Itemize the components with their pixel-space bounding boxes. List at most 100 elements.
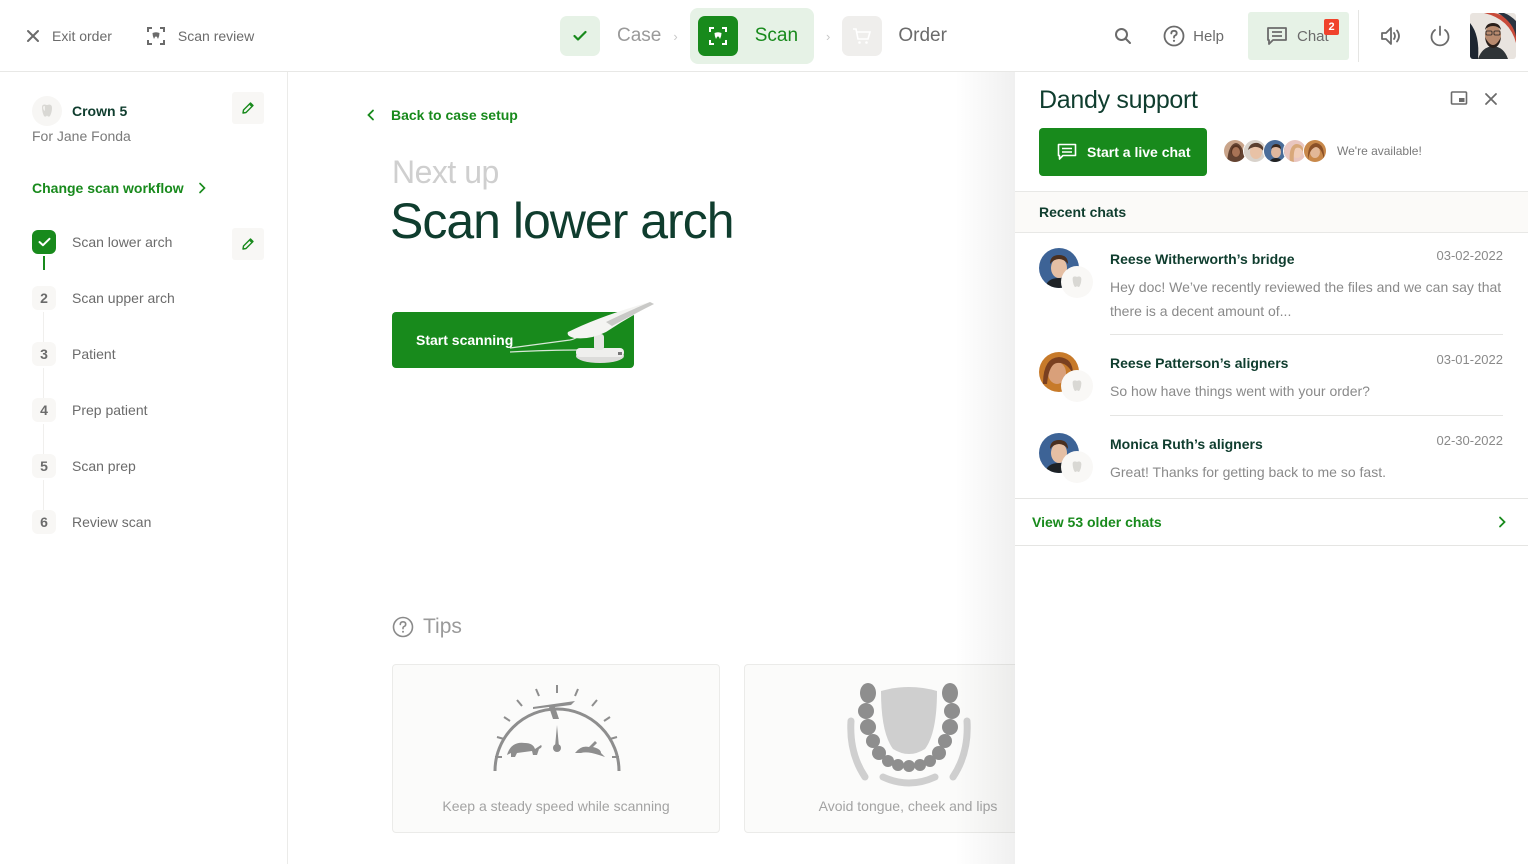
search-button[interactable] (1113, 26, 1133, 46)
chat-list-item[interactable]: Monica Ruth’s aligners 02-30-2022 Great!… (1015, 433, 1528, 483)
step-number: 2 (32, 286, 56, 310)
start-scanning-label: Start scanning (416, 332, 514, 348)
start-live-chat-button[interactable]: Start a live chat (1039, 128, 1207, 176)
tip-card: Keep a steady speed while scanning (392, 664, 720, 833)
exit-order-button[interactable]: Exit order (26, 28, 112, 44)
tooth-badge-icon (1061, 266, 1093, 298)
help-button[interactable]: Help (1163, 25, 1224, 47)
divider (1110, 415, 1503, 416)
close-icon (27, 30, 39, 42)
scan-step-label: Scan upper arch (72, 290, 175, 306)
page-title: Scan lower arch (390, 193, 734, 249)
tooth-badge-icon (1061, 370, 1093, 402)
progress-stepper: Case › Scan › Order (560, 8, 947, 64)
scan-review-button[interactable]: Scan review (146, 26, 254, 46)
scan-step[interactable]: 3 Patient (32, 342, 272, 398)
check-icon (38, 237, 50, 247)
close-panel-button[interactable] (1484, 92, 1498, 111)
chat-bubble-icon (1057, 143, 1077, 160)
close-icon (1485, 93, 1497, 105)
chevron-left-icon (367, 109, 374, 121)
chat-preview: Hey doc! We’ve recently reviewed the fil… (1110, 279, 1502, 319)
chevron-right-icon (1499, 516, 1506, 528)
step-connector (43, 480, 44, 510)
scan-step-label: Review scan (72, 514, 152, 530)
divider (1110, 334, 1503, 335)
step-number: 5 (32, 454, 56, 478)
step-number: 3 (32, 342, 56, 366)
step-connector (43, 424, 44, 454)
change-scan-workflow-label: Change scan workflow (32, 180, 184, 196)
edit-case-button[interactable] (232, 92, 264, 124)
step-order[interactable]: Order (842, 8, 947, 64)
chat-list-item[interactable]: Reese Witherworth’s bridge 03-02-2022 He… (1015, 248, 1528, 324)
scan-step-label: Scan lower arch (72, 234, 173, 250)
tooth-badge-icon (1061, 451, 1093, 483)
chat-date: 03-02-2022 (1436, 248, 1504, 263)
tip-caption: Keep a steady speed while scanning (442, 798, 670, 814)
chat-title: Monica Ruth’s aligners (1110, 436, 1263, 452)
step-connector (43, 312, 44, 342)
help-circle-icon (1163, 25, 1185, 47)
scan-tooth-icon (146, 27, 165, 45)
step-done-indicator (32, 230, 56, 254)
check-icon (573, 30, 587, 41)
step-connector (43, 256, 45, 270)
user-avatar[interactable] (1470, 13, 1516, 59)
back-label: Back to case setup (391, 107, 518, 123)
exit-order-label: Exit order (52, 28, 112, 44)
chevron-right-icon: › (673, 28, 678, 44)
view-older-chats-link[interactable]: View 53 older chats (1015, 498, 1528, 546)
power-button[interactable] (1428, 24, 1452, 48)
help-label: Help (1193, 27, 1224, 45)
panel-shadow (955, 72, 1015, 864)
case-header: Crown 5 (32, 96, 127, 126)
scan-step[interactable]: 6 Review scan (32, 510, 272, 566)
help-circle-icon (392, 616, 414, 638)
back-to-case-setup-link[interactable]: Back to case setup (367, 107, 518, 123)
scan-step-label: Scan prep (72, 458, 136, 474)
chat-button[interactable]: Chat 2 (1248, 12, 1349, 60)
chat-unread-badge: 2 (1324, 19, 1339, 35)
recent-chats-heading: Recent chats (1015, 191, 1528, 233)
next-up-label: Next up (392, 154, 499, 190)
scan-steps-list: Scan lower arch 2 Scan upper arch 3 Pati… (32, 230, 272, 566)
support-panel: Dandy support Start a live chat We're av… (1015, 72, 1528, 864)
sound-button[interactable] (1380, 24, 1404, 48)
step-order-label: Order (898, 25, 947, 46)
live-chat-label: Start a live chat (1087, 144, 1191, 160)
divider (1358, 10, 1359, 62)
older-chats-label: View 53 older chats (1032, 514, 1162, 530)
case-title: Crown 5 (72, 103, 128, 119)
step-case[interactable]: Case (560, 8, 661, 64)
change-scan-workflow-link[interactable]: Change scan workflow (32, 180, 206, 196)
scan-tooth-icon (708, 27, 727, 45)
start-scanning-button[interactable]: Start scanning (392, 302, 654, 368)
scan-step[interactable]: 2 Scan upper arch (32, 286, 272, 342)
scan-step-label: Prep patient (72, 402, 148, 418)
tips-heading: Tips (392, 615, 462, 639)
scan-review-label: Scan review (177, 28, 255, 44)
cart-icon (853, 28, 872, 44)
step-scan[interactable]: Scan (689, 8, 815, 64)
step-connector (43, 368, 44, 398)
agent-avatar (1303, 139, 1327, 163)
scan-step-label: Patient (72, 346, 116, 362)
top-bar: Exit order Scan review Case › Scan › Ord… (0, 0, 1528, 72)
user-photo (1470, 13, 1516, 59)
case-patient: For Jane Fonda (32, 128, 131, 144)
chevron-right-icon: › (826, 28, 831, 44)
minimize-panel-button[interactable] (1450, 90, 1468, 111)
chat-list-item[interactable]: Reese Patterson’s aligners 03-01-2022 So… (1015, 352, 1528, 402)
scan-step[interactable]: 4 Prep patient (32, 398, 272, 454)
edit-step-button[interactable] (232, 228, 264, 260)
step-number: 6 (32, 510, 56, 534)
chat-preview: Great! Thanks for getting back to me so … (1110, 464, 1386, 480)
support-panel-title: Dandy support (1039, 86, 1198, 114)
step-scan-label: Scan (754, 25, 799, 46)
speaker-icon (1381, 27, 1400, 45)
speedometer-icon (493, 685, 621, 772)
main-content: Back to case setup Next up Scan lower ar… (289, 72, 1072, 864)
pencil-icon (242, 102, 254, 114)
scan-step[interactable]: 5 Scan prep (32, 454, 272, 510)
